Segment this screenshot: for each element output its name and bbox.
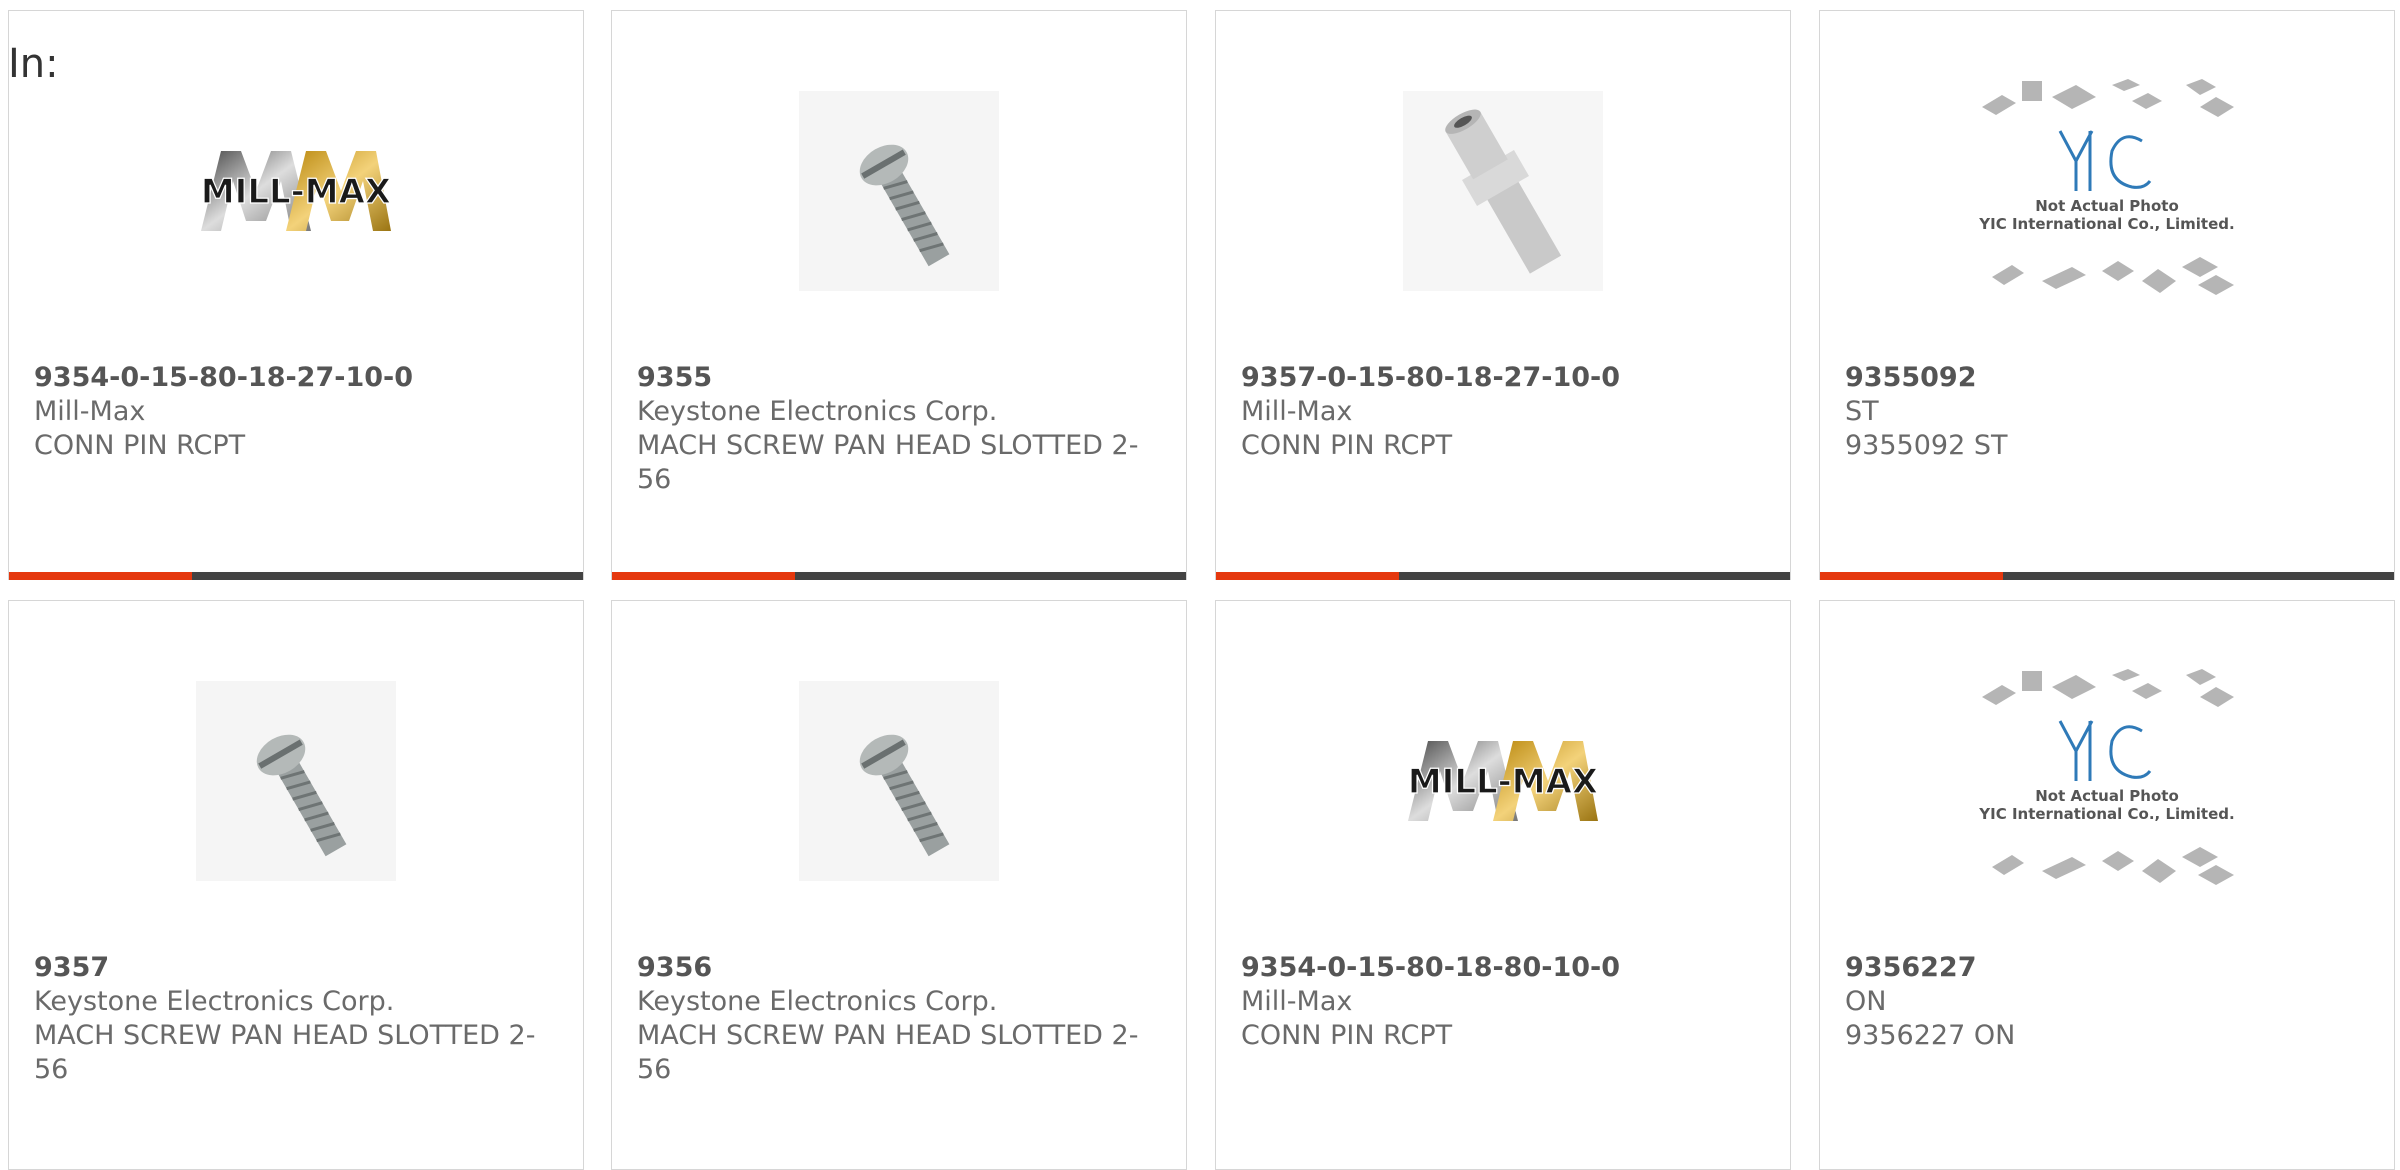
yic-placeholder-image: Not Actual Photo YIC International Co., … [1820,71,2394,311]
part-number[interactable]: 9357-0-15-80-18-27-10-0 [1241,361,1770,395]
part-number[interactable]: 9356 [637,951,1166,985]
description: 9356227 ON [1845,1020,2016,1051]
part-number[interactable]: 9356227 [1845,951,2374,985]
product-card[interactable]: 9356 Keystone Electronics Corp. MACH SCR… [611,600,1187,1170]
card-accent-bar [1216,572,1790,580]
mill-max-logo: MILL-MAX [1216,661,1790,901]
screw-photo [612,661,1186,901]
product-card[interactable]: 9355 Keystone Electronics Corp. MACH SCR… [611,10,1187,580]
manufacturer: Keystone Electronics Corp. [637,986,998,1017]
manufacturer: ON [1845,986,1887,1017]
part-number[interactable]: 9354-0-15-80-18-80-10-0 [1241,951,1770,985]
description: 9355092 ST [1845,430,2008,461]
description: MACH SCREW PAN HEAD SLOTTED 2-56 [34,1020,536,1085]
placeholder-caption: Not Actual Photo [2035,197,2179,215]
product-card[interactable]: Not Actual Photo YIC International Co., … [1819,600,2395,1170]
svg-text:MILL-MAX: MILL-MAX [1408,762,1598,802]
product-card[interactable]: MILL-MAX 9354-0-15-80-18-80-10-0 Mill-Ma… [1215,600,1791,1170]
description: CONN PIN RCPT [34,430,246,461]
product-card[interactable]: MILL-MAX 9354-0-15-80-18-27-10-0 Mill-Ma… [8,10,584,580]
manufacturer: ST [1845,396,1879,427]
manufacturer: Keystone Electronics Corp. [637,396,998,427]
mill-max-logo: MILL-MAX [9,71,583,311]
description: MACH SCREW PAN HEAD SLOTTED 2-56 [637,430,1139,495]
manufacturer: Mill-Max [1241,986,1353,1017]
card-accent-bar [1820,572,2394,580]
manufacturer: Keystone Electronics Corp. [34,986,395,1017]
part-number[interactable]: 9355092 [1845,361,2374,395]
part-number[interactable]: 9355 [637,361,1166,395]
description: MACH SCREW PAN HEAD SLOTTED 2-56 [637,1020,1139,1085]
yic-placeholder-image: Not Actual Photo YIC International Co., … [1820,661,2394,901]
pin-receptacle-photo [1216,71,1790,311]
placeholder-caption: YIC International Co., Limited. [1978,805,2234,823]
filter-label: In: [8,41,59,87]
part-number[interactable]: 9354-0-15-80-18-27-10-0 [34,361,563,395]
product-card[interactable]: 9357 Keystone Electronics Corp. MACH SCR… [8,600,584,1170]
description: CONN PIN RCPT [1241,1020,1453,1051]
screw-photo [9,661,583,901]
description: CONN PIN RCPT [1241,430,1453,461]
card-accent-bar [9,572,583,580]
screw-photo [612,71,1186,311]
manufacturer: Mill-Max [1241,396,1353,427]
svg-text:MILL-MAX: MILL-MAX [201,172,391,212]
manufacturer: Mill-Max [34,396,146,427]
part-number[interactable]: 9357 [34,951,563,985]
card-accent-bar [612,572,1186,580]
placeholder-caption: YIC International Co., Limited. [1978,215,2234,233]
placeholder-caption: Not Actual Photo [2035,787,2179,805]
product-card[interactable]: Not Actual Photo YIC International Co., … [1819,10,2395,580]
product-card[interactable]: 9357-0-15-80-18-27-10-0 Mill-Max CONN PI… [1215,10,1791,580]
